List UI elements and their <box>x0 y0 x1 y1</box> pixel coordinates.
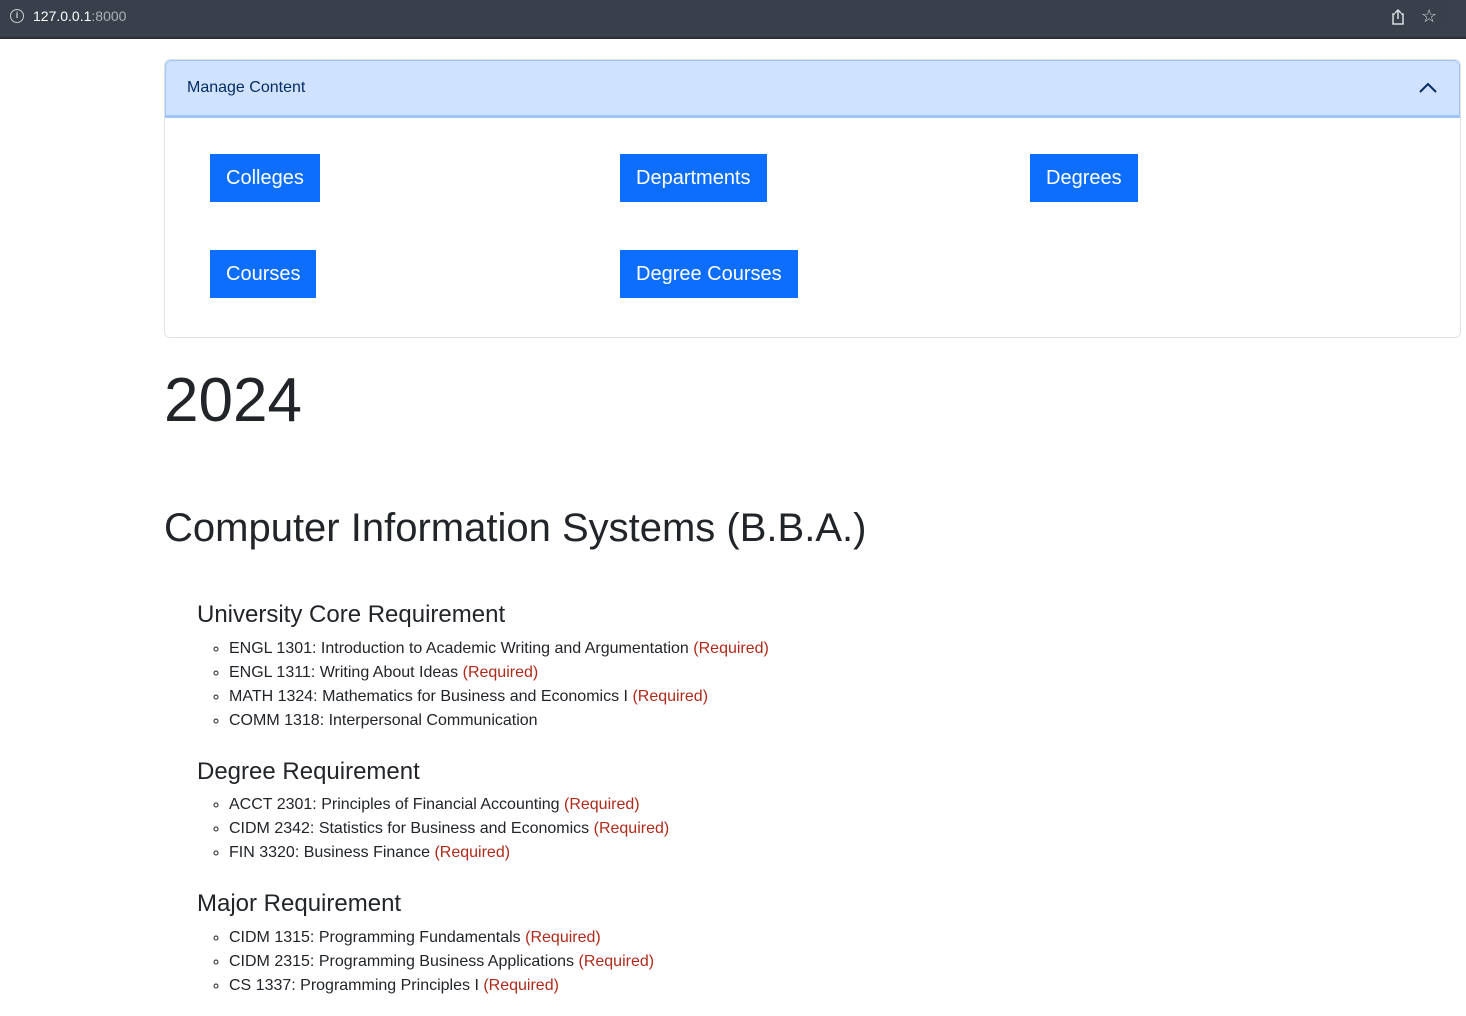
course-list-university-core: ENGL 1301: Introduction to Academic Writ… <box>197 637 769 733</box>
list-item: COMM 1318: Interpersonal Communication <box>229 709 769 733</box>
departments-button[interactable]: Departments <box>620 154 767 202</box>
chevron-up-icon[interactable] <box>1419 82 1437 94</box>
course-list-major: CIDM 1315: Programming Fundamentals (Req… <box>197 926 654 998</box>
share-icon[interactable] <box>1390 8 1406 26</box>
manage-content-accordion: Manage Content Colleges Departments Degr… <box>164 59 1461 338</box>
required-tag: (Required) <box>564 796 640 813</box>
required-tag: (Required) <box>483 977 559 994</box>
course-name: ACCT 2301: Principles of Financial Accou… <box>229 796 560 813</box>
course-name: CIDM 1315: Programming Fundamentals <box>229 929 521 946</box>
address-bar[interactable]: i 127.0.0.1:8000 ☆ <box>0 0 1446 34</box>
bookmark-star-icon[interactable]: ☆ <box>1421 6 1437 26</box>
course-name: FIN 3320: Business Finance <box>229 844 430 861</box>
course-name: COMM 1318: Interpersonal Communication <box>229 712 538 729</box>
list-item: ENGL 1301: Introduction to Academic Writ… <box>229 637 769 661</box>
list-item: ENGL 1311: Writing About Ideas (Required… <box>229 661 769 685</box>
courses-button[interactable]: Courses <box>210 250 317 298</box>
url-host: 127.0.0.1 <box>33 8 92 24</box>
url-text[interactable]: 127.0.0.1:8000 <box>33 8 126 24</box>
required-tag: (Required) <box>593 820 670 837</box>
degree-courses-button[interactable]: Degree Courses <box>620 250 798 298</box>
course-name: MATH 1324: Mathematics for Business and … <box>229 688 628 705</box>
list-item: CIDM 2315: Programming Business Applicat… <box>229 950 654 974</box>
course-name: CS 1337: Programming Principles I <box>229 977 479 994</box>
required-tag: (Required) <box>632 688 709 705</box>
section-title-major: Major Requirement <box>197 890 402 917</box>
catalog-year: 2024 <box>164 366 302 435</box>
accordion-title: Manage Content <box>187 79 306 96</box>
list-item: MATH 1324: Mathematics for Business and … <box>229 685 769 709</box>
required-tag: (Required) <box>693 640 769 657</box>
list-item: CS 1337: Programming Principles I (Requi… <box>229 974 654 998</box>
course-name: ENGL 1301: Introduction to Academic Writ… <box>229 640 689 657</box>
list-item: ACCT 2301: Principles of Financial Accou… <box>229 793 669 817</box>
required-tag: (Required) <box>578 953 655 970</box>
required-tag: (Required) <box>525 929 601 946</box>
accordion-header[interactable]: Manage Content <box>165 60 1460 118</box>
section-title-university-core: University Core Requirement <box>197 601 506 628</box>
degree-title: Computer Information Systems (B.B.A.) <box>164 506 867 550</box>
colleges-button[interactable]: Colleges <box>210 154 320 202</box>
list-item: CIDM 1315: Programming Fundamentals (Req… <box>229 926 654 950</box>
degrees-button[interactable]: Degrees <box>1030 154 1138 202</box>
browser-toolbar: i 127.0.0.1:8000 ☆ <box>0 0 1466 39</box>
list-item: FIN 3320: Business Finance (Required) <box>229 841 669 865</box>
url-port: :8000 <box>91 8 127 24</box>
course-name: CIDM 2342: Statistics for Business and E… <box>229 820 590 837</box>
list-item: CIDM 2342: Statistics for Business and E… <box>229 817 669 841</box>
section-title-degree: Degree Requirement <box>197 758 420 785</box>
info-icon[interactable]: i <box>10 9 24 23</box>
course-name: CIDM 2315: Programming Business Applicat… <box>229 953 575 970</box>
required-tag: (Required) <box>434 844 511 861</box>
course-name: ENGL 1311: Writing About Ideas <box>229 664 459 681</box>
course-list-degree: ACCT 2301: Principles of Financial Accou… <box>197 793 669 865</box>
required-tag: (Required) <box>462 664 539 681</box>
